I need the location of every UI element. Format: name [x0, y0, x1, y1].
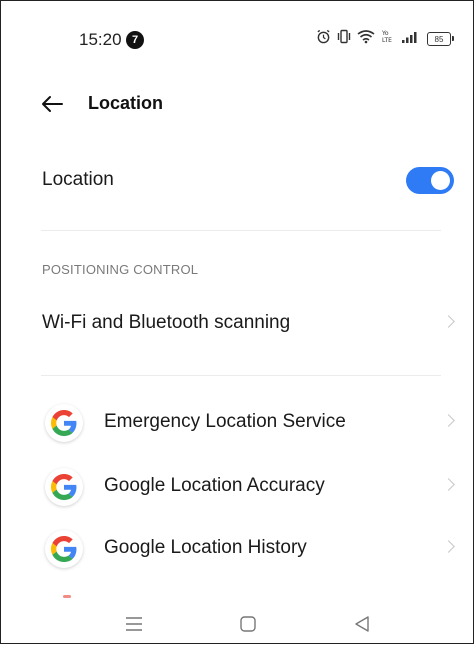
toggle-knob — [431, 171, 450, 190]
battery-icon: 85 — [427, 32, 454, 46]
location-toggle-switch[interactable] — [406, 167, 454, 194]
wifi-bluetooth-scanning-label: Wi-Fi and Bluetooth scanning — [42, 312, 291, 333]
vibrate-icon — [337, 29, 351, 49]
status-icons: Yo LTE 85 — [316, 29, 454, 49]
chevron-right-icon — [442, 540, 455, 553]
svg-text:LTE: LTE — [382, 37, 392, 44]
emergency-location-service-item[interactable]: Emergency Location Service — [1, 394, 473, 450]
partial-list-item-icon — [63, 595, 71, 598]
volte-icon: Yo LTE — [381, 29, 395, 49]
app-header: Location — [1, 79, 473, 131]
system-navigation-bar — [1, 601, 473, 643]
back-triangle-icon[interactable] — [351, 613, 373, 635]
page-title: Location — [88, 93, 163, 113]
home-icon[interactable] — [237, 613, 259, 635]
location-toggle-label: Location — [42, 169, 114, 190]
alarm-icon — [316, 29, 331, 49]
google-icon — [45, 404, 83, 442]
divider — [41, 375, 441, 376]
chevron-right-icon — [442, 478, 455, 491]
google-icon — [45, 468, 83, 506]
emergency-location-service-label: Emergency Location Service — [104, 411, 346, 432]
chevron-right-icon — [442, 414, 455, 427]
wifi-bluetooth-scanning-item[interactable]: Wi-Fi and Bluetooth scanning — [1, 295, 473, 351]
location-toggle-row[interactable]: Location — [1, 153, 473, 209]
google-location-history-label: Google Location History — [104, 537, 307, 558]
chevron-right-icon — [442, 315, 455, 328]
phone-screen: 15:20 7 Yo LTE 85 Location Location POSI… — [0, 0, 474, 644]
status-bar: 15:20 7 Yo LTE 85 — [1, 1, 473, 79]
google-location-accuracy-item[interactable]: Google Location Accuracy — [1, 458, 473, 514]
wifi-icon — [357, 29, 375, 49]
menu-icon[interactable] — [123, 613, 145, 635]
section-header-positioning: POSITIONING CONTROL — [42, 262, 199, 277]
back-arrow-icon[interactable] — [39, 91, 65, 117]
svg-text:Yo: Yo — [381, 30, 389, 37]
google-location-history-item[interactable]: Google Location History — [1, 520, 473, 576]
notification-badge: 7 — [126, 31, 144, 49]
signal-icon — [401, 30, 419, 49]
google-icon — [45, 530, 83, 568]
google-location-accuracy-label: Google Location Accuracy — [104, 475, 325, 496]
divider — [41, 230, 441, 231]
status-time: 15:20 — [79, 30, 122, 49]
